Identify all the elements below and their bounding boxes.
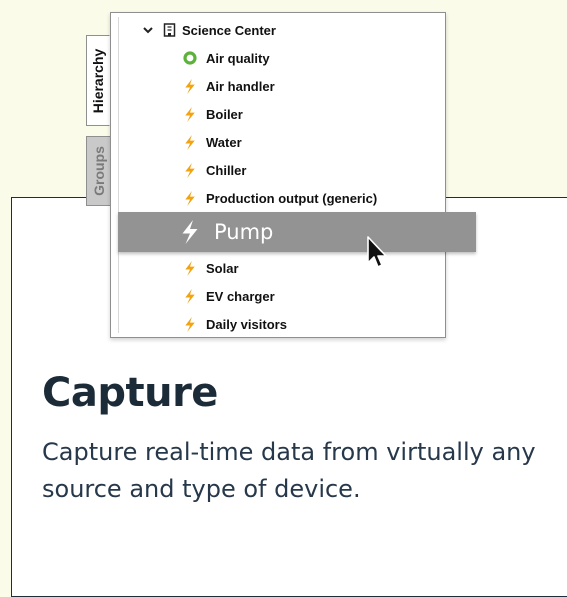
tree-guide-line <box>118 17 119 333</box>
chevron-down-icon[interactable] <box>142 24 154 36</box>
lightning-bolt-icon <box>185 260 195 276</box>
dragged-item-pump[interactable]: Pump <box>118 212 476 252</box>
tree-item-ev-charger[interactable]: EV charger <box>183 283 275 309</box>
tree-item-production-output[interactable]: Production output (generic) <box>183 185 377 211</box>
tree-item-label: Water <box>206 134 242 150</box>
tree-item-label: Production output (generic) <box>206 190 378 206</box>
feature-description: Capture real-time data from virtually an… <box>42 438 536 503</box>
tab-hierarchy-label: Hierarchy <box>90 48 106 113</box>
building-icon <box>163 23 176 37</box>
lightning-bolt-icon <box>185 162 195 178</box>
tree-item-label: EV charger <box>206 288 275 304</box>
tree-item-boiler[interactable]: Boiler <box>183 101 243 127</box>
tree-root-label: Science Center <box>182 22 276 38</box>
green-ring-icon <box>183 51 197 65</box>
lightning-bolt-icon <box>185 134 195 150</box>
lightning-bolt-icon <box>182 220 198 244</box>
lightning-bolt-icon <box>185 316 195 332</box>
tree-item-daily-visitors[interactable]: Daily visitors <box>183 311 287 337</box>
tab-groups-label: Groups <box>90 146 107 196</box>
lightning-bolt-icon <box>185 106 195 122</box>
tree-item-label: Daily visitors <box>206 316 287 332</box>
mouse-pointer-icon <box>367 236 387 268</box>
tree-item-solar[interactable]: Solar <box>183 255 239 281</box>
tree-item-water[interactable]: Water <box>183 129 242 155</box>
tree-item-air-quality[interactable]: Air quality <box>183 45 270 71</box>
tree-item-label: Solar <box>206 260 239 276</box>
tree-item-label: Boiler <box>206 106 243 122</box>
tree-item-label: Chiller <box>206 162 247 178</box>
hierarchy-tree-panel: Science Center Air quality Air handler B… <box>110 12 446 338</box>
lightning-bolt-icon <box>185 78 195 94</box>
feature-title: Capture <box>42 370 218 416</box>
tree-item-chiller[interactable]: Chiller <box>183 157 246 183</box>
lightning-bolt-icon <box>185 288 195 304</box>
lightning-bolt-icon <box>185 190 195 206</box>
tree-item-label: Air handler <box>206 78 275 94</box>
tree-item-air-handler[interactable]: Air handler <box>183 73 275 99</box>
tab-hierarchy[interactable]: Hierarchy <box>86 35 110 126</box>
dragged-item-label: Pump <box>214 220 274 244</box>
tab-groups[interactable]: Groups <box>86 136 110 206</box>
tree-item-label: Air quality <box>206 50 270 66</box>
tree-root-science-center[interactable]: Science Center <box>142 17 276 43</box>
